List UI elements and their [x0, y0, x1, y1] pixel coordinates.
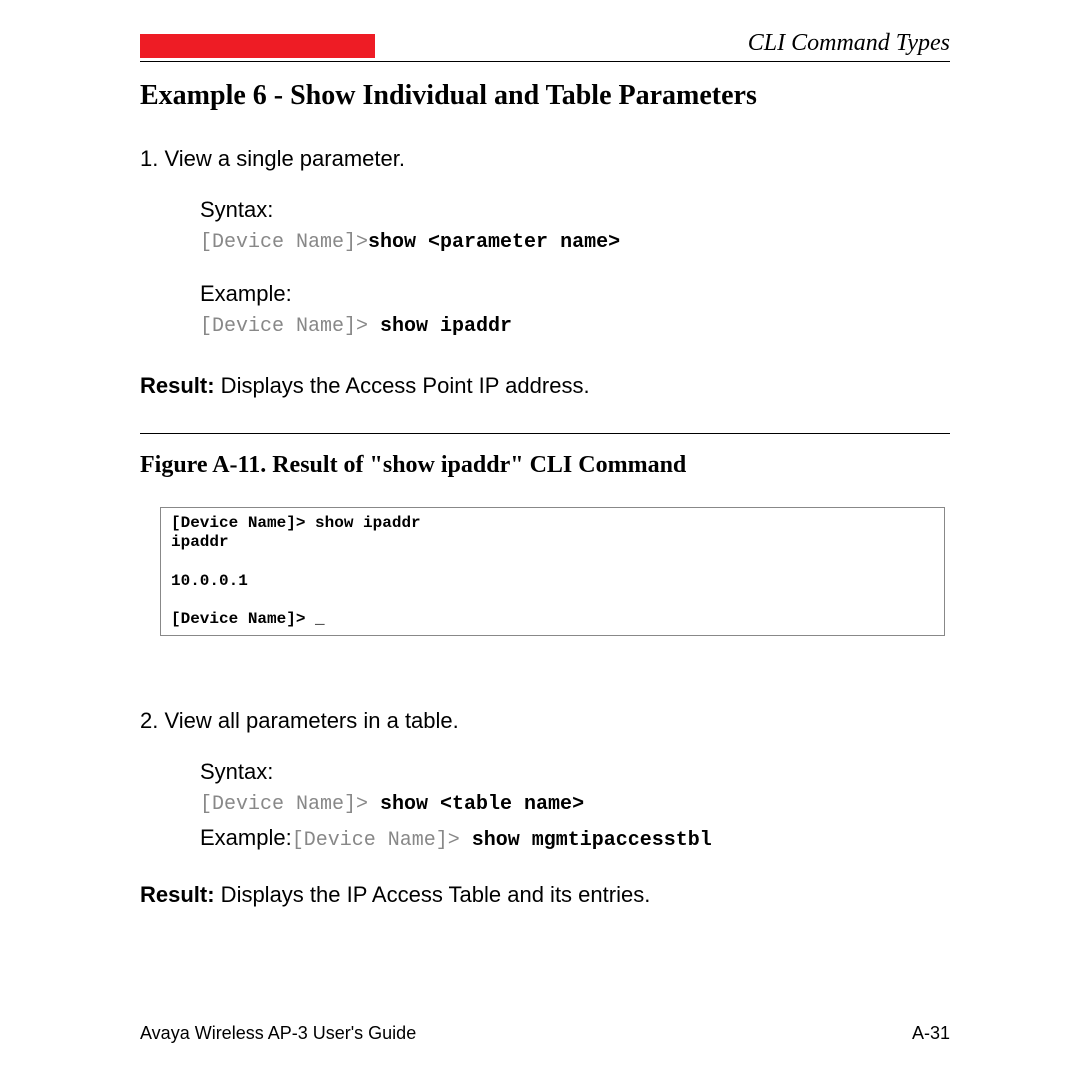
- item1-example-label: Example:: [200, 281, 950, 307]
- item1-syntax-code: [Device Name]>show <parameter name>: [200, 227, 950, 259]
- item1-text: 1. View a single parameter.: [140, 142, 950, 175]
- item2-syntax-prefix: [Device Name]>: [200, 793, 380, 816]
- item2-syntax-code: [Device Name]> show <table name>: [200, 789, 950, 821]
- item2-result: Result: Displays the IP Access Table and…: [140, 882, 950, 908]
- item1-syntax-bold: show <parameter name>: [368, 231, 620, 254]
- example-heading: Example 6 - Show Individual and Table Pa…: [140, 80, 950, 112]
- item2-syntax-label: Syntax:: [200, 759, 950, 785]
- header-red-block: [140, 34, 375, 58]
- item2-syntax-bold: show <table name>: [380, 793, 584, 816]
- item2-result-label: Result:: [140, 882, 215, 907]
- figure-caption: Figure A-11. Result of "show ipaddr" CLI…: [140, 452, 950, 479]
- cli-output-box: [Device Name]> show ipaddr ipaddr 10.0.0…: [160, 507, 945, 636]
- item2-example-label: Example:: [200, 825, 292, 850]
- item1-example-prefix: [Device Name]>: [200, 315, 380, 338]
- item2-text: 2. View all parameters in a table.: [140, 704, 950, 737]
- item2-result-text: Displays the IP Access Table and its ent…: [215, 882, 651, 907]
- header-section-title: CLI Command Types: [375, 30, 950, 61]
- item1-syntax-prefix: [Device Name]>: [200, 231, 368, 254]
- item1-syntax-label: Syntax:: [200, 197, 950, 223]
- item2-example-bold: show mgmtipaccesstbl: [472, 829, 712, 852]
- footer-left: Avaya Wireless AP-3 User's Guide: [140, 1023, 416, 1044]
- item2-example-prefix: [Device Name]>: [292, 829, 472, 852]
- item2-example-line: Example:[Device Name]> show mgmtipaccess…: [200, 825, 950, 852]
- item1-result: Result: Displays the Access Point IP add…: [140, 373, 950, 399]
- footer-right: A-31: [912, 1023, 950, 1044]
- item1-result-text: Displays the Access Point IP address.: [215, 373, 590, 398]
- item1-example-code: [Device Name]> show ipaddr: [200, 311, 950, 343]
- item1-example-bold: show ipaddr: [380, 315, 512, 338]
- figure-rule-top: [140, 433, 950, 434]
- page-header: CLI Command Types: [140, 30, 950, 62]
- item1-result-label: Result:: [140, 373, 215, 398]
- page-footer: Avaya Wireless AP-3 User's Guide A-31: [140, 1023, 950, 1044]
